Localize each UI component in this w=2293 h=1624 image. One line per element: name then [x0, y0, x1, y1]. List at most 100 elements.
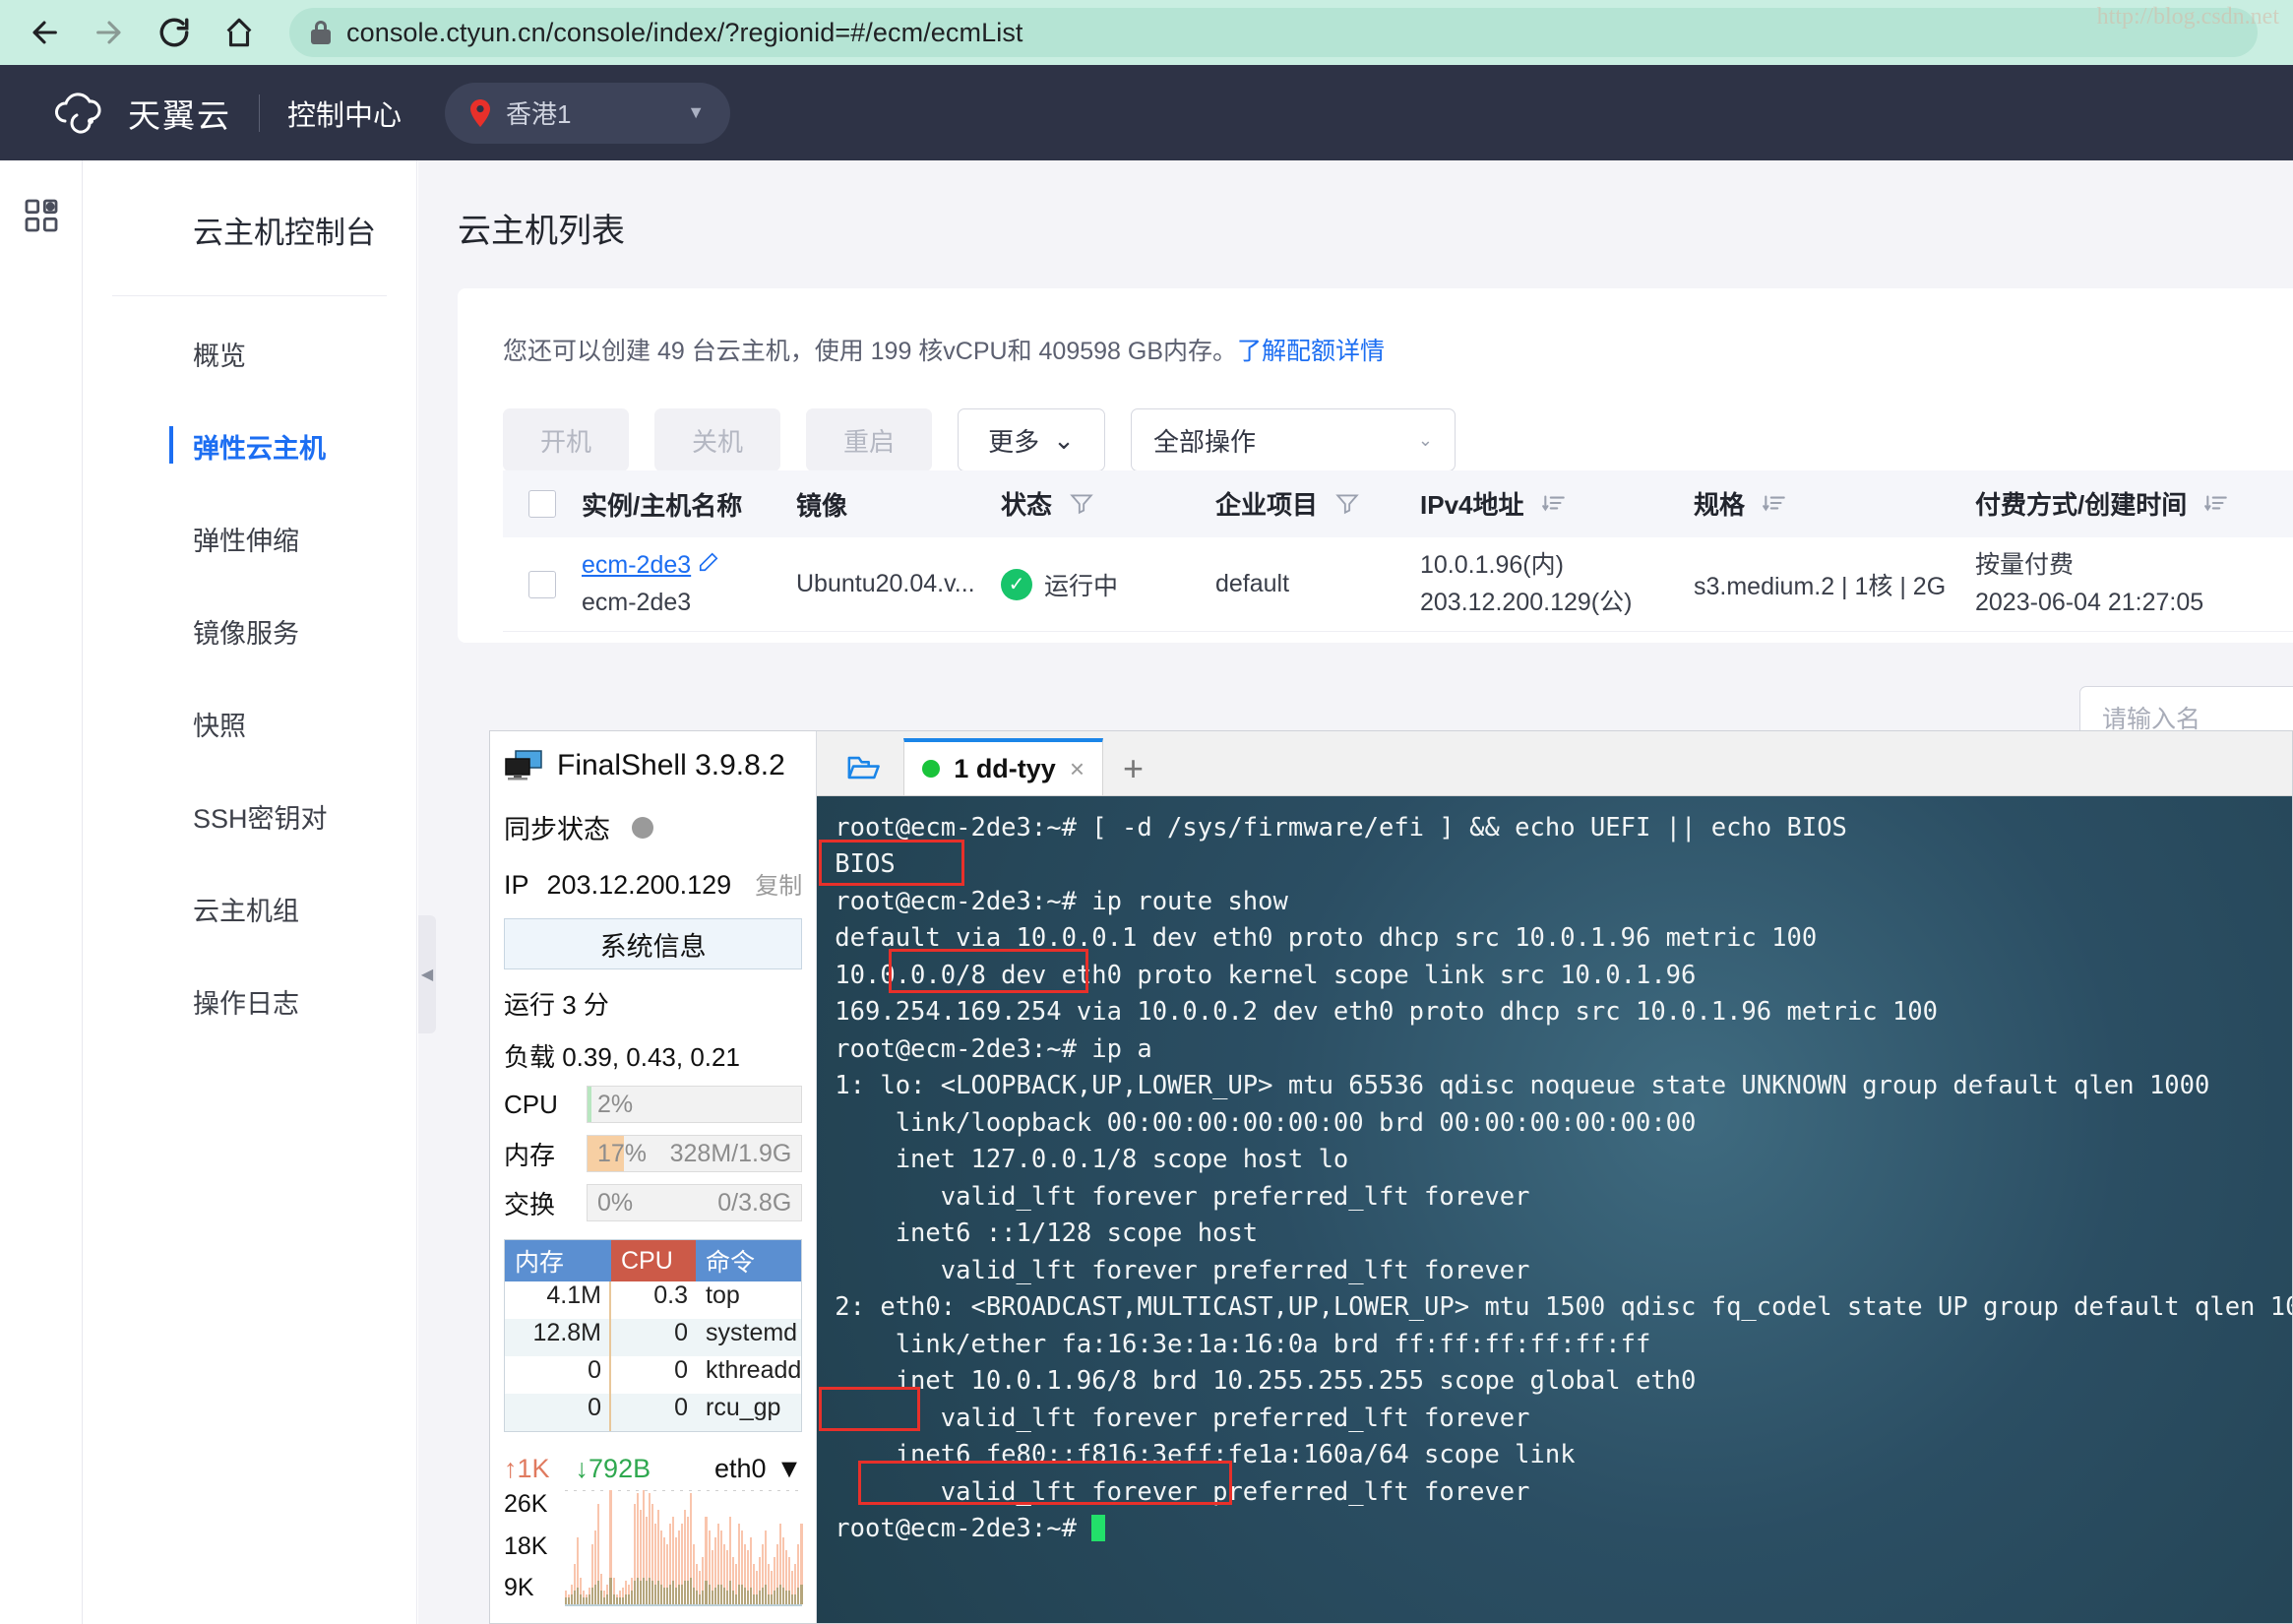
sidebar-item-overview[interactable]: 概览 — [83, 318, 416, 389]
reload-button[interactable] — [146, 4, 203, 61]
all-actions-label: 全部操作 — [1153, 422, 1256, 459]
memory-meter-row: 内存 17% 328M/1.9G — [504, 1135, 802, 1172]
sidebar-item-label: SSH密钥对 — [193, 797, 328, 836]
system-info-label: 系统信息 — [600, 925, 707, 964]
filter-icon[interactable] — [1334, 490, 1360, 523]
sidebar-item-autoscaling[interactable]: 弹性伸缩 — [83, 503, 416, 574]
page-title: 云主机列表 — [418, 160, 2293, 252]
col-payment[interactable]: 付费方式/创建时间 — [1975, 485, 2293, 523]
system-info-button[interactable]: 系统信息 — [504, 918, 802, 969]
brand-logo[interactable]: 天翼云 — [51, 90, 231, 137]
sidebar-item-label: 概览 — [193, 335, 246, 373]
download-value: 792B — [589, 1454, 651, 1483]
terminal-output[interactable]: root@ecm-2de3:~# [ -d /sys/firmware/efi … — [817, 796, 2293, 1623]
back-button[interactable] — [16, 4, 73, 61]
y-tick: 26K — [504, 1490, 565, 1519]
swap-detail: 0/3.8G — [717, 1189, 791, 1218]
sort-icon[interactable] — [2203, 490, 2229, 523]
terminal-line: 2: eth0: <BROADCAST,MULTICAST,UP,LOWER_U… — [835, 1289, 2293, 1326]
row-select-cell[interactable] — [503, 571, 582, 598]
close-icon[interactable]: × — [1070, 754, 1085, 784]
col-status[interactable]: 状态 — [1001, 485, 1215, 523]
select-all-checkbox[interactable] — [528, 490, 556, 518]
sidebar-item-ssh-keys[interactable]: SSH密钥对 — [83, 781, 416, 851]
select-all-cell[interactable] — [503, 490, 582, 518]
folder-open-icon[interactable] — [831, 740, 896, 795]
swap-label: 交换 — [504, 1185, 573, 1221]
filter-icon[interactable] — [1069, 490, 1094, 523]
sidebar-item-label: 弹性云主机 — [193, 427, 326, 466]
start-button[interactable]: 开机 — [503, 408, 629, 471]
col-image[interactable]: 镜像 — [796, 486, 1001, 523]
sidebar-item-operation-log[interactable]: 操作日志 — [83, 966, 416, 1036]
col-project[interactable]: 企业项目 — [1215, 485, 1420, 523]
sidebar-item-ecs[interactable]: 弹性云主机 — [83, 410, 416, 481]
reload-icon — [157, 16, 191, 49]
sidebar-item-image-service[interactable]: 镜像服务 — [83, 595, 416, 666]
copy-button[interactable]: 复制 — [755, 866, 802, 901]
terminal-line: default via 10.0.0.1 dev eth0 proto dhcp… — [835, 920, 2293, 957]
restart-button[interactable]: 重启 — [806, 408, 932, 471]
table-row[interactable]: ecm-2de3 ecm-2de3 Ubuntu20.04.v... ✓ 运行中… — [503, 537, 2293, 632]
all-actions-select[interactable]: 全部操作 ⌄ — [1131, 408, 1456, 471]
ip-private: 10.0.1.96(内) — [1420, 547, 1694, 585]
sort-icon[interactable] — [1762, 490, 1787, 523]
cell-payment: 按量付费 2023-06-04 21:27:05 — [1975, 547, 2293, 621]
col-ipv4[interactable]: IPv4地址 — [1420, 485, 1694, 523]
proc-cpu: 0.3 — [611, 1281, 696, 1319]
ip-row: IP 203.12.200.129 复制 — [504, 866, 802, 901]
sidebar-collapse-handle[interactable]: ◀ — [418, 915, 436, 1033]
console-center-label: 控制中心 — [287, 93, 402, 134]
home-button[interactable] — [211, 4, 268, 61]
sidebar-item-host-group[interactable]: 云主机组 — [83, 873, 416, 944]
terminal-tab[interactable]: 1 dd-tyy × — [903, 738, 1103, 795]
instance-list-card: 您还可以创建 49 台云主机，使用 199 核vCPU和 409598 GB内存… — [458, 288, 2293, 643]
grid-menu-icon[interactable] — [22, 196, 61, 235]
terminal-prompt: root@ecm-2de3:~# — [835, 1514, 1091, 1543]
proc-col-memory[interactable]: 内存 — [505, 1240, 611, 1281]
proc-cpu: 0 — [611, 1394, 696, 1431]
more-button[interactable]: 更多 ⌄ — [958, 408, 1105, 471]
terminal-line: link/ether fa:16:3e:1a:16:0a brd ff:ff:f… — [835, 1327, 2293, 1363]
sort-icon[interactable] — [1541, 490, 1567, 523]
add-tab-icon[interactable]: + — [1123, 748, 1144, 795]
proc-memory: 12.8M — [505, 1319, 611, 1356]
col-spec[interactable]: 规格 — [1694, 485, 1975, 523]
region-label: 香港1 — [506, 94, 571, 131]
terminal-line: valid_lft forever preferred_lft forever — [835, 1474, 2293, 1511]
cell-spec: s3.medium.2 | 1核 | 2G — [1694, 567, 1975, 602]
col-name[interactable]: 实例/主机名称 — [582, 486, 796, 523]
ping-row: 0ms 本机 — [504, 1620, 802, 1624]
terminal-line: inet 10.0.1.96/8 brd 10.255.255.255 scop… — [835, 1363, 2293, 1400]
sync-status-row: 同步状态 — [504, 808, 802, 846]
quota-text: 您还可以创建 49 台云主机，使用 199 核vCPU和 409598 GB内存… — [503, 338, 1237, 365]
region-selector[interactable]: 香港1 ▼ — [445, 83, 730, 144]
terminal-cursor — [1091, 1515, 1105, 1541]
ip-public: 203.12.200.129(公) — [1420, 585, 1694, 622]
forward-button[interactable] — [81, 4, 138, 61]
table-header-row: 实例/主机名称 镜像 状态 企业项目 IPv4地址 — [503, 470, 2293, 537]
instance-name-link[interactable]: ecm-2de3 — [582, 551, 691, 579]
stop-button[interactable]: 关机 — [654, 408, 780, 471]
local-label[interactable]: 本机 — [749, 1620, 802, 1624]
forward-arrow-icon — [93, 16, 126, 49]
instance-hostname: ecm-2de3 — [582, 585, 796, 622]
proc-col-command[interactable]: 命令 — [696, 1240, 801, 1281]
terminal-line: inet 127.0.0.1/8 scope host lo — [835, 1142, 2293, 1178]
download-rate: ↓792B — [576, 1454, 651, 1484]
chevron-down-icon: ▼ — [776, 1454, 803, 1484]
interface-selector[interactable]: eth0 ▼ — [714, 1454, 802, 1484]
address-bar[interactable]: console.ctyun.cn/console/index/?regionid… — [289, 8, 2258, 57]
cpu-value: 2% — [597, 1091, 633, 1119]
proc-col-cpu[interactable]: CPU — [611, 1240, 696, 1281]
start-label: 开机 — [540, 422, 591, 459]
terminal-line: valid_lft forever preferred_lft forever — [835, 1253, 2293, 1289]
back-arrow-icon — [28, 16, 61, 49]
quota-notice: 您还可以创建 49 台云主机，使用 199 核vCPU和 409598 GB内存… — [458, 288, 2293, 367]
quota-detail-link[interactable]: 了解配额详情 — [1237, 338, 1385, 365]
col-project-label: 企业项目 — [1215, 490, 1318, 520]
finalshell-titlebar: FinalShell 3.9.8.2 — [504, 749, 802, 782]
row-checkbox[interactable] — [528, 571, 556, 598]
pencil-icon[interactable] — [698, 551, 719, 579]
sidebar-item-snapshot[interactable]: 快照 — [83, 688, 416, 759]
